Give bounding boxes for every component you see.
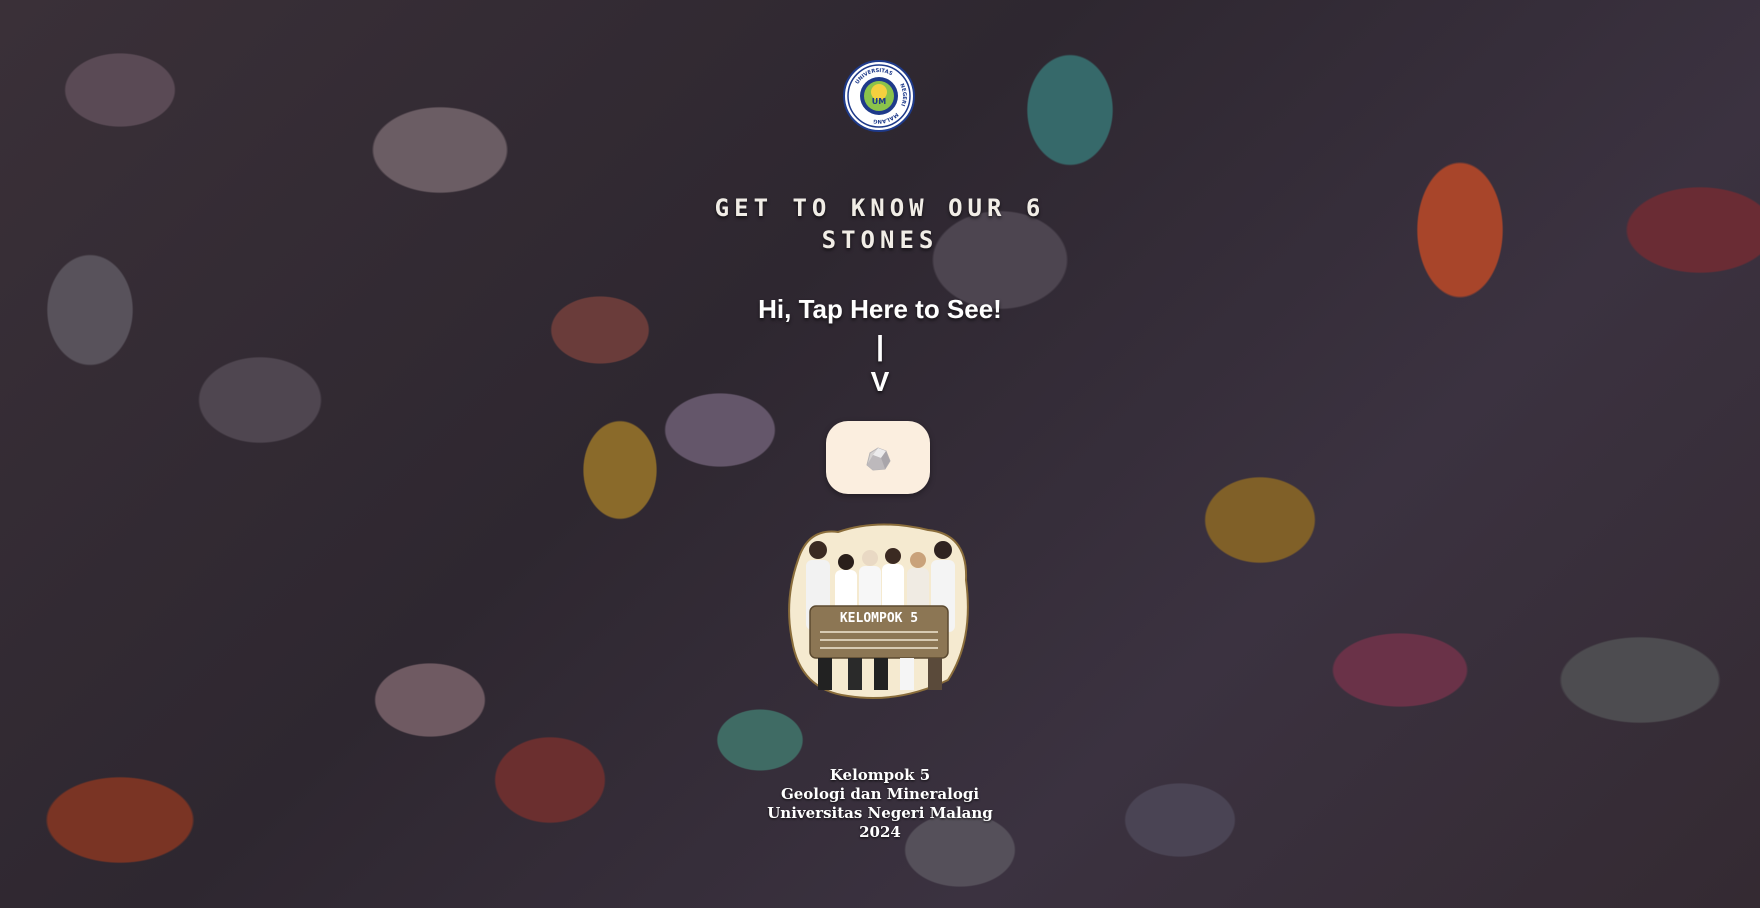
title-line-1: GET TO KNOW OUR 6 [714, 194, 1046, 222]
emblem-text: UM [872, 97, 886, 106]
group-banner-title: KELOMPOK 5 [840, 611, 918, 626]
caption-university: Universitas Negeri Malang [767, 804, 993, 822]
main-content: UM UNIVERSITAS NEGERI MALANG GET TO KNOW… [0, 0, 1760, 908]
caption-course: Geologi dan Mineralogi [780, 785, 980, 803]
see-stones-button[interactable] [826, 421, 930, 494]
stone-icon [866, 446, 891, 471]
title-line-2: STONES [821, 226, 939, 254]
group-photo: KELOMPOK 5 [778, 520, 978, 702]
caption-year: 2024 [859, 823, 901, 841]
footer-caption: Kelompok 5 Geologi dan Mineralogi Univer… [740, 766, 1020, 842]
um-emblem-icon: UM UNIVERSITAS NEGERI MALANG [847, 64, 911, 128]
tap-prompt: Hi, Tap Here to See! [758, 294, 1002, 324]
arrow-head: V [870, 366, 890, 397]
caption-group-name: Kelompok 5 [829, 766, 931, 784]
university-logo: UM UNIVERSITAS NEGERI MALANG [843, 60, 915, 132]
arrow-shaft: | [876, 330, 884, 361]
page-title: GET TO KNOW OUR 6 STONES [690, 192, 1070, 256]
